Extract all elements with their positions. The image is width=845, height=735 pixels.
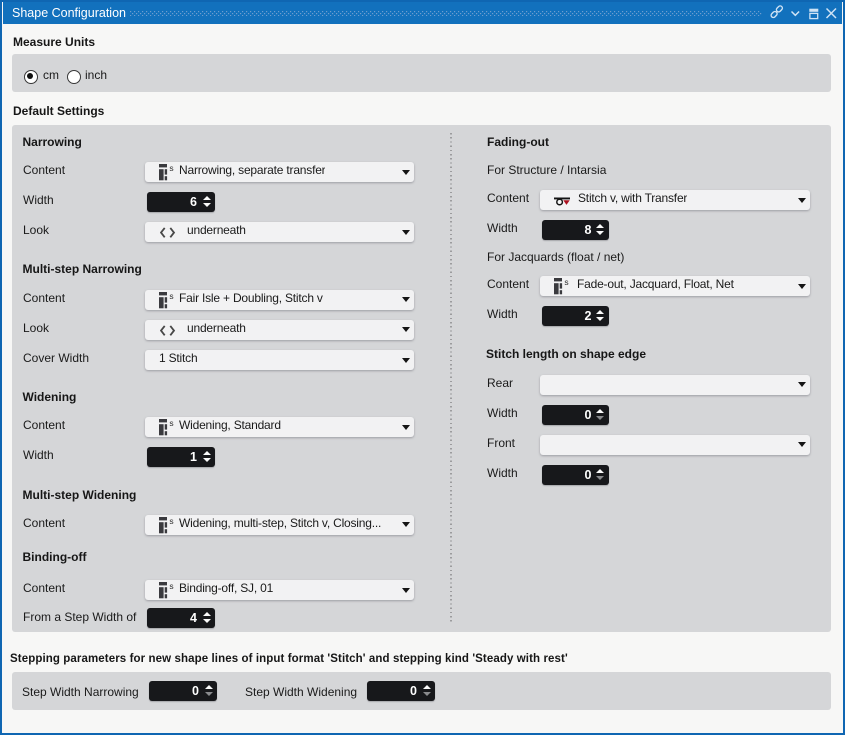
- svg-text:s: s: [564, 278, 568, 287]
- svg-text:s: s: [169, 517, 173, 526]
- svg-text:s: s: [169, 164, 173, 173]
- svg-text:s: s: [169, 582, 173, 591]
- svg-text:s: s: [169, 419, 173, 428]
- svg-text:s: s: [169, 292, 173, 301]
